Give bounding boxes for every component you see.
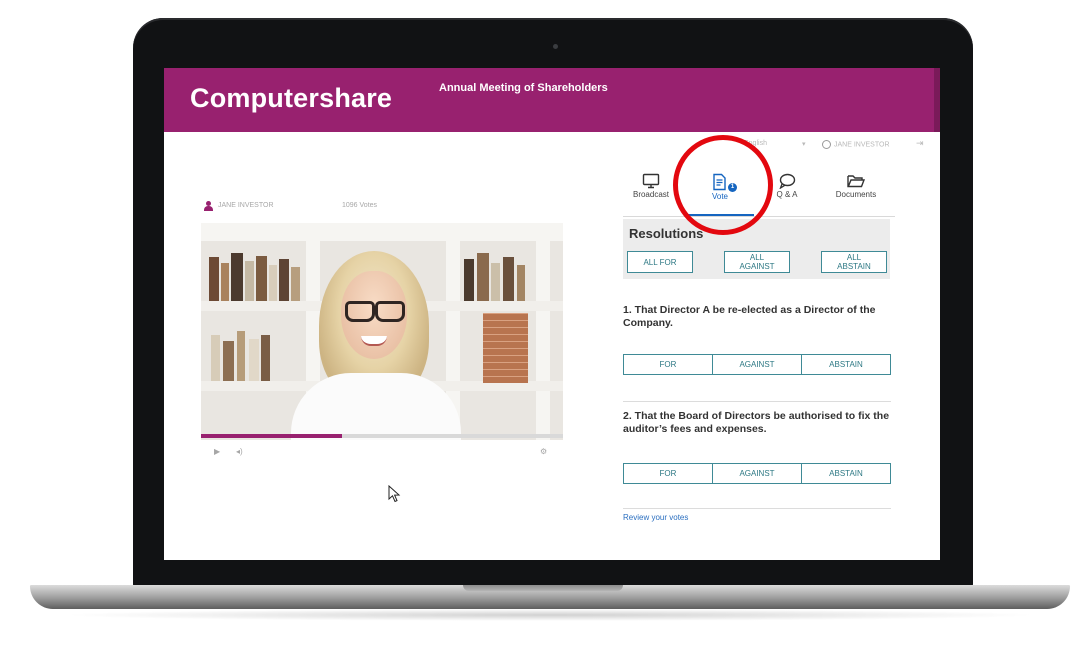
resolutions-title: Resolutions (629, 226, 704, 241)
review-votes-link[interactable]: Review your votes (623, 513, 688, 522)
resolution-2-abstain-button[interactable]: ABSTAIN (801, 464, 890, 483)
all-for-button[interactable]: ALL FOR (627, 251, 693, 273)
resolution-1-for-button[interactable]: FOR (624, 355, 712, 374)
camera-icon (553, 44, 558, 49)
resolution-1-against-button[interactable]: AGAINST (712, 355, 801, 374)
resolution-2-for-button[interactable]: FOR (624, 464, 712, 483)
user-menu[interactable]: JANE INVESTOR (822, 140, 890, 149)
presenter-name: JANE INVESTOR (218, 202, 274, 209)
all-abstain-button[interactable]: ALL ABSTAIN (821, 251, 887, 273)
chevron-down-icon: ▾ (802, 141, 806, 148)
screen: Computershare Annual Meeting of Sharehol… (164, 68, 940, 560)
divider (623, 508, 891, 509)
tab-divider (623, 216, 895, 217)
laptop-notch (463, 585, 623, 591)
volume-icon[interactable]: ◂) (236, 447, 243, 456)
divider (623, 401, 891, 402)
video-progress-bar[interactable] (201, 434, 563, 438)
resolution-2-vote-buttons: FOR AGAINST ABSTAIN (623, 463, 891, 484)
video-progress-fill (201, 434, 343, 438)
resolution-1-abstain-button[interactable]: ABSTAIN (801, 355, 890, 374)
laptop-shadow (60, 609, 1040, 621)
app-header: Computershare Annual Meeting of Sharehol… (164, 68, 940, 132)
resolution-1-text: 1. That Director A be re-elected as a Di… (623, 304, 876, 329)
user-circle-icon (822, 140, 831, 149)
mouse-cursor-icon (388, 485, 401, 503)
folder-icon (847, 175, 866, 188)
resolution-2-text: 2. That the Board of Directors be author… (623, 410, 890, 435)
tab-broadcast[interactable]: Broadcast (617, 171, 685, 215)
play-icon[interactable]: ▶ (214, 447, 220, 456)
computershare-logo: Computershare (190, 83, 393, 113)
document-icon (713, 173, 726, 191)
presenter-votes: 1096 Votes (342, 202, 378, 209)
tab-documents[interactable]: Documents (822, 171, 890, 215)
utility-bar: English ▾ JANE INVESTOR ⇥ (684, 138, 934, 154)
resolution-2-against-button[interactable]: AGAINST (712, 464, 801, 483)
language-selector[interactable]: English (744, 140, 767, 147)
monitor-icon (642, 173, 660, 189)
logout-icon[interactable]: ⇥ (916, 138, 924, 149)
tab-vote[interactable]: 1 Vote (686, 171, 754, 215)
panel-tabs: Broadcast 1 Vote Q & A Documents (623, 171, 895, 217)
resolutions-header: Resolutions ALL FOR ALL AGAINST ALL ABST… (623, 219, 890, 279)
header-edge (934, 68, 940, 132)
all-against-button[interactable]: ALL AGAINST (724, 251, 790, 273)
tab-qa[interactable]: Q & A (753, 171, 821, 215)
vote-badge: 1 (728, 183, 737, 192)
meeting-title: Annual Meeting of Shareholders (439, 82, 608, 94)
user-icon (204, 201, 213, 211)
resolution-1-vote-buttons: FOR AGAINST ABSTAIN (623, 354, 891, 375)
video-player[interactable] (201, 223, 563, 440)
settings-icon[interactable]: ⚙ (540, 447, 547, 456)
speech-bubble-icon (779, 173, 796, 189)
